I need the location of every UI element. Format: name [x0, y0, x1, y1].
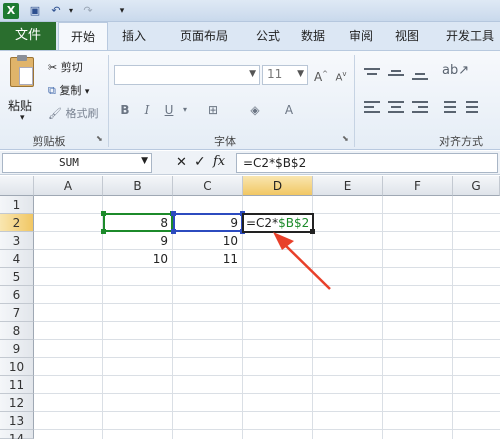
align-bottom-icon[interactable]	[412, 67, 428, 81]
paste-icon	[10, 55, 34, 87]
undo-dropdown-icon[interactable]: ▾	[63, 3, 79, 19]
ribbon-home: 粘贴 ▾ ✂ 剪切 ⧉ 复制 ▾ 🖌 格式刷 剪贴板 ⬊ ▼ 11 ▼ A^ A…	[0, 50, 500, 150]
chevron-down-icon: ▼	[249, 69, 256, 79]
alignment-group-label: 对齐方式	[439, 135, 483, 148]
tab-file[interactable]: 文件	[0, 22, 56, 50]
align-left-icon[interactable]	[364, 99, 380, 115]
grow-font-icon[interactable]: A^	[312, 65, 330, 84]
borders-icon[interactable]: ⊞	[204, 101, 222, 119]
bold-button[interactable]: B	[116, 101, 134, 119]
tab-review[interactable]: 审阅	[340, 22, 382, 50]
increase-indent-icon[interactable]	[462, 99, 478, 115]
tab-home[interactable]: 开始	[58, 22, 108, 50]
font-size-value: 11	[267, 67, 283, 81]
copy-label: 复制	[59, 84, 82, 97]
save-icon[interactable]: ▣	[27, 3, 43, 19]
paste-label: 粘贴	[8, 99, 33, 113]
tab-developer[interactable]: 开发工具	[440, 22, 500, 50]
font-dialog-launcher-icon[interactable]: ⬊	[342, 134, 349, 143]
formula-bar: SUM ▼ ✕ ✓ fx =C2*$B$2	[0, 151, 500, 175]
font-group-label: 字体	[214, 135, 236, 148]
chevron-down-icon: ▼	[297, 69, 304, 79]
enter-icon[interactable]: ✓	[194, 154, 206, 170]
paste-dropdown-icon[interactable]: ▾	[20, 113, 25, 123]
align-right-icon[interactable]	[412, 99, 428, 115]
clipboard-group-label: 剪贴板	[32, 135, 66, 148]
align-top-icon[interactable]	[364, 67, 380, 81]
shrink-font-icon[interactable]: Av	[332, 65, 350, 83]
tab-data[interactable]: 数据	[292, 22, 334, 50]
name-box-value: SUM	[59, 156, 79, 169]
font-size-combo[interactable]: 11 ▼	[262, 65, 308, 85]
cut-label: 剪切	[60, 61, 83, 74]
fill-color-icon[interactable]: ◈	[246, 101, 264, 119]
customize-toolbar-icon[interactable]: ▾	[114, 3, 130, 19]
cancel-icon[interactable]: ✕	[176, 155, 187, 170]
worksheet-grid[interactable]: A B C D E F G 1 2 3 4 5 6 7 8 9 10 11 12…	[0, 176, 500, 439]
copy-icon: ⧉	[48, 84, 56, 97]
clipboard-dialog-launcher-icon[interactable]: ⬊	[96, 134, 103, 143]
align-middle-icon[interactable]	[388, 67, 404, 81]
name-box[interactable]: SUM ▼	[2, 153, 152, 173]
tab-insert[interactable]: 插入	[112, 22, 156, 50]
excel-logo-icon: X	[3, 3, 19, 19]
copy-button[interactable]: ⧉ 复制 ▾	[48, 82, 89, 98]
italic-button[interactable]: I	[138, 101, 156, 119]
insert-function-icon[interactable]: fx	[213, 154, 225, 169]
copy-dropdown-icon: ▾	[84, 87, 90, 97]
orientation-icon[interactable]: ab↗	[442, 63, 469, 78]
chevron-down-icon: ▼	[141, 156, 148, 166]
font-name-combo[interactable]: ▼	[114, 65, 260, 85]
cut-button[interactable]: ✂ 剪切	[48, 59, 83, 75]
paste-button[interactable]: 粘贴 ▾	[6, 55, 40, 127]
align-center-icon[interactable]	[388, 99, 404, 115]
underline-dropdown-icon[interactable]: ▾	[176, 101, 194, 119]
brush-icon: 🖌	[48, 107, 62, 120]
undo-icon[interactable]: ↶	[48, 3, 64, 19]
tab-formulas[interactable]: 公式	[248, 22, 288, 50]
quick-access-toolbar: X ▣ ↶ ▾ ↷ ▾	[0, 0, 500, 22]
ribbon-tab-bar: 文件 开始 插入 页面布局 公式 数据 审阅 视图 开发工具	[0, 22, 500, 50]
tab-view[interactable]: 视图	[386, 22, 428, 50]
format-painter-button[interactable]: 🖌 格式刷	[48, 105, 98, 121]
format-painter-label: 格式刷	[65, 107, 99, 120]
decrease-indent-icon[interactable]	[440, 99, 456, 115]
redo-icon[interactable]: ↷	[80, 3, 96, 19]
formula-input[interactable]: =C2*$B$2	[236, 153, 498, 173]
font-color-icon[interactable]: A	[280, 101, 298, 119]
annotation-arrow	[273, 232, 331, 290]
scissors-icon: ✂	[48, 61, 58, 74]
tab-page-layout[interactable]: 页面布局	[164, 22, 244, 50]
